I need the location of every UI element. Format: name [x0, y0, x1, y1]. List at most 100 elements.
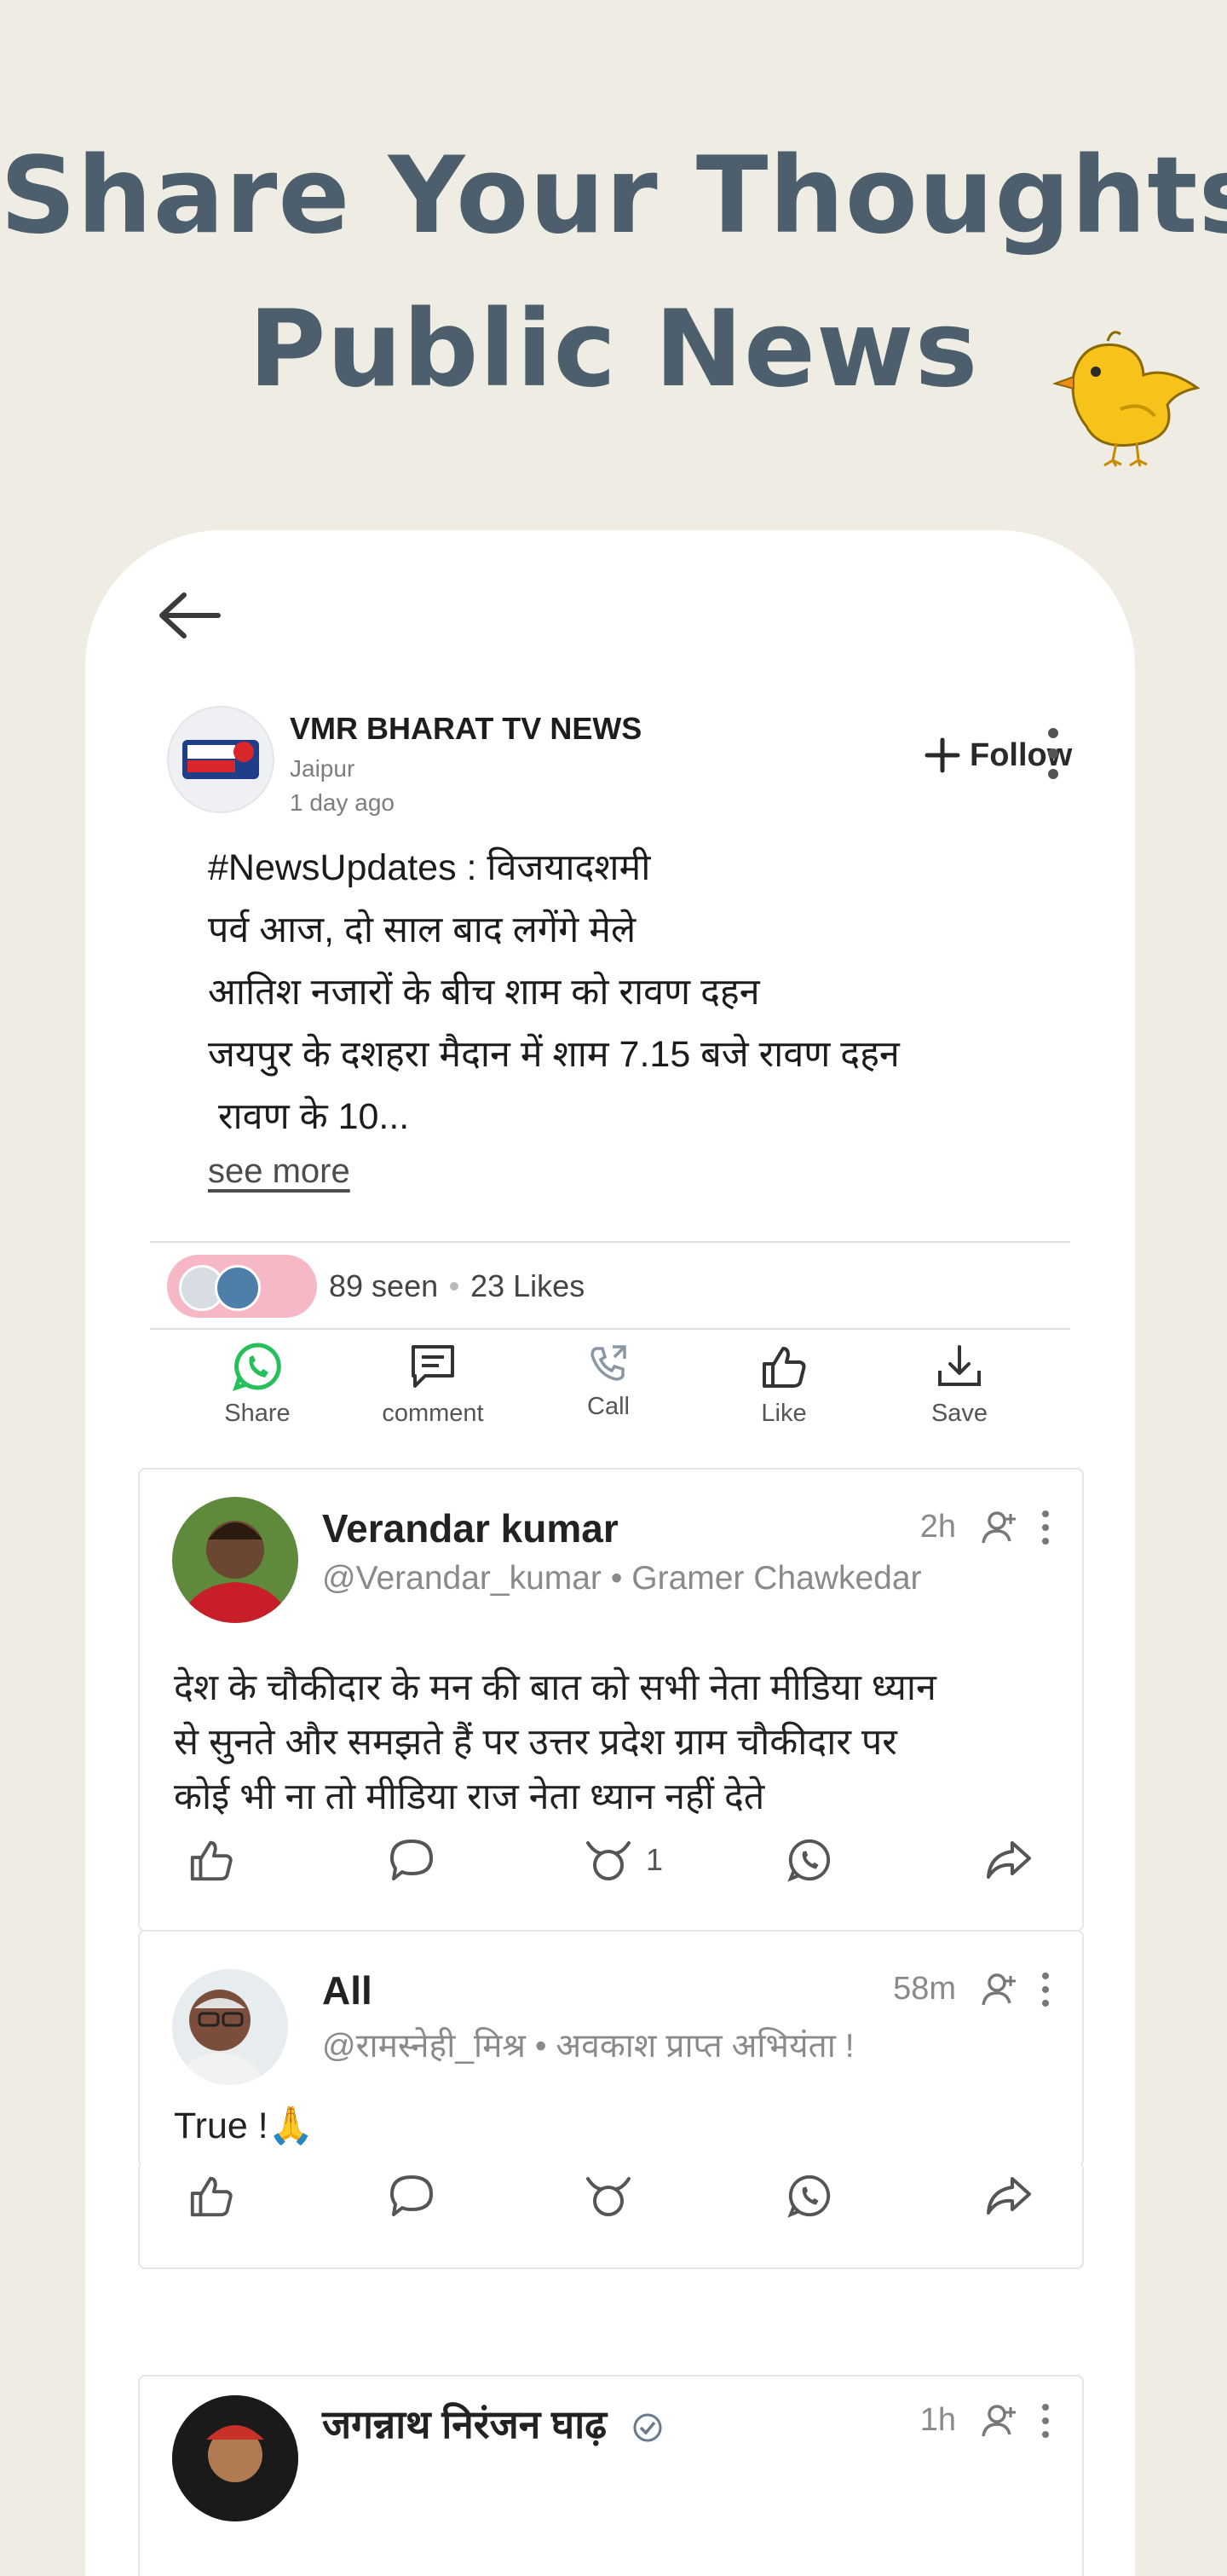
divider	[150, 1328, 1070, 1330]
seen-count[interactable]: 89 seen	[329, 1268, 438, 1304]
phone-call-icon	[590, 1345, 626, 1381]
comment-actions	[140, 2169, 1082, 2223]
comment-actions-row	[138, 2162, 1084, 2269]
commenter-name-text: जगन्नाथ निरंजन घाढ़	[322, 2402, 608, 2446]
like-label: Like	[761, 1400, 807, 1427]
post-actions: Share comment Call Like Save	[150, 1342, 1070, 1470]
commenter-avatar[interactable]	[172, 1969, 288, 2085]
comment-text: True !🙏	[174, 2099, 1051, 2153]
post-header: VMR BHARAT TV NEWS Jaipur 1 day ago Foll…	[167, 706, 1072, 817]
comment-icon	[412, 1345, 454, 1388]
more-vertical-icon[interactable]	[1040, 1509, 1051, 1546]
commenter-avatar[interactable]	[172, 2395, 298, 2521]
more-options-icon[interactable]	[1045, 725, 1062, 784]
whatsapp-icon	[787, 1839, 831, 1882]
forward-arrow-icon	[987, 2177, 1031, 2215]
comment-reply-button[interactable]	[387, 2169, 436, 2223]
comment-whatsapp-button[interactable]	[786, 1833, 833, 1887]
post-body-line: आतिश नजारों के बीच शाम को रावण दहन	[208, 972, 760, 1013]
thumbs-up-icon	[190, 2176, 233, 2217]
post-body-line: पर्व आज, दो साल बाद लगेंगे मेले	[208, 910, 637, 950]
comment-whatsapp-button[interactable]	[786, 2169, 833, 2223]
verified-check-icon	[633, 2413, 662, 2442]
channel-avatar[interactable]	[167, 706, 274, 813]
chat-bubble-icon	[390, 1840, 433, 1880]
see-more-link[interactable]: see more	[208, 1152, 350, 1191]
post-body-line: रावण के 10...	[208, 1096, 410, 1137]
chat-bubble-icon	[390, 2175, 433, 2216]
comment-text-line: देश के चौकीदार के मन की बात को सभी नेता …	[174, 1667, 936, 1708]
like-button[interactable]: Like	[699, 1342, 869, 1428]
person-photo-icon	[172, 2395, 298, 2521]
download-icon	[938, 1345, 981, 1386]
share-button[interactable]: Share	[172, 1342, 343, 1428]
back-arrow-icon[interactable]	[155, 590, 223, 641]
comment-forward-button[interactable]	[983, 2169, 1033, 2223]
commenter-handle: @Verandar_kumar • Gramer Chawkedar	[322, 1560, 922, 1597]
save-button[interactable]: Save	[874, 1342, 1045, 1428]
comment-time: 1h	[919, 2402, 956, 2438]
whatsapp-icon	[233, 1343, 281, 1391]
whatsapp-icon	[787, 2175, 831, 2218]
thumbs-up-icon	[190, 1840, 233, 1881]
call-button[interactable]: Call	[523, 1342, 694, 1421]
person-photo-icon	[172, 1969, 288, 2085]
commenter-avatar[interactable]	[172, 1497, 298, 1623]
comment-forward-button[interactable]	[983, 1833, 1033, 1887]
save-label: Save	[930, 1400, 988, 1427]
more-vertical-icon[interactable]	[1040, 2402, 1051, 2440]
cheers-icon	[586, 2177, 631, 2216]
post-author-name[interactable]: VMR BHARAT TV NEWS	[290, 711, 642, 747]
post-stats: 89 seen 23 Likes	[329, 1268, 585, 1304]
more-vertical-icon[interactable]	[1040, 1971, 1051, 2008]
comment-label: comment	[382, 1400, 484, 1427]
comment-text: देश के चौकीदार के मन की बात को सभी नेता …	[174, 1661, 1051, 1824]
commenter-name[interactable]: Verandar kumar	[322, 1505, 619, 1551]
plus-icon	[925, 737, 960, 773]
post-timestamp: 1 day ago	[290, 789, 395, 816]
post-body: #NewsUpdates : विजयादशमी पर्व आज, दो साल…	[208, 837, 1060, 1148]
cheers-count: 1	[646, 1842, 664, 1877]
bird-mascot-icon	[1051, 331, 1201, 467]
comment-time: 58m	[893, 1971, 956, 2007]
comment-text-line: कोई भी ना तो मीडिया राज नेता ध्यान नहीं …	[174, 1776, 765, 1817]
comment-card: Verandar kumar @Verandar_kumar • Gramer …	[138, 1468, 1084, 1932]
commenter-name[interactable]: All	[322, 1967, 372, 2013]
comment-cheers-button[interactable]	[583, 2169, 634, 2223]
thumbs-up-icon	[763, 1347, 806, 1388]
comment-cheers-button[interactable]: 1	[583, 1833, 663, 1887]
viewer-avatar	[215, 1265, 261, 1311]
add-friend-icon[interactable]	[982, 2402, 1019, 2440]
separator-dot	[450, 1282, 459, 1291]
post-body-line: जयपुर के दशहरा मैदान में शाम 7.15 बजे रा…	[208, 1034, 900, 1075]
viewers-avatars[interactable]	[167, 1255, 317, 1318]
comment-card: जगन्नाथ निरंजन घाढ़ 1h	[138, 2375, 1084, 2576]
comment-card: All @रामस्नेही_मिश्र • अवकाश प्राप्त अभि…	[138, 1930, 1084, 2167]
comment-text-line: से सुनते और समझते हैं पर उत्तर प्रदेश ग्…	[174, 1722, 897, 1763]
post-location: Jaipur	[290, 755, 355, 782]
call-label: Call	[587, 1393, 630, 1420]
comment-time: 2h	[919, 1509, 956, 1545]
commenter-name[interactable]: जगन्नाथ निरंजन घाढ़	[322, 2397, 664, 2450]
comment-like-button[interactable]	[187, 1833, 235, 1887]
cheers-icon	[586, 1841, 631, 1880]
headline-line-2: Public News	[248, 288, 979, 411]
comment-actions: 1	[140, 1833, 1082, 1887]
forward-arrow-icon	[987, 1841, 1031, 1879]
likes-count[interactable]: 23 Likes	[470, 1268, 585, 1304]
comment-like-button[interactable]	[187, 2169, 235, 2223]
phone-screen: VMR BHARAT TV NEWS Jaipur 1 day ago Foll…	[85, 530, 1135, 2576]
share-label: Share	[224, 1400, 291, 1427]
add-friend-icon[interactable]	[982, 1509, 1019, 1546]
headline-line-1: Share Your Thoughts	[0, 135, 1227, 257]
comment-reply-button[interactable]	[387, 1833, 436, 1887]
comment-button[interactable]: comment	[348, 1342, 518, 1428]
person-photo-icon	[172, 1497, 298, 1623]
commenter-handle: @रामस्नेही_मिश्र • अवकाश प्राप्त अभियंता…	[322, 2028, 855, 2065]
add-friend-icon[interactable]	[982, 1971, 1019, 2008]
divider	[150, 1241, 1070, 1243]
promo-headline: Share Your Thoughts Public News	[0, 119, 1227, 426]
post-body-line: #NewsUpdates : विजयादशमी	[208, 847, 651, 888]
comment-text-line: True !🙏	[174, 2105, 314, 2146]
channel-logo-icon	[182, 740, 259, 779]
